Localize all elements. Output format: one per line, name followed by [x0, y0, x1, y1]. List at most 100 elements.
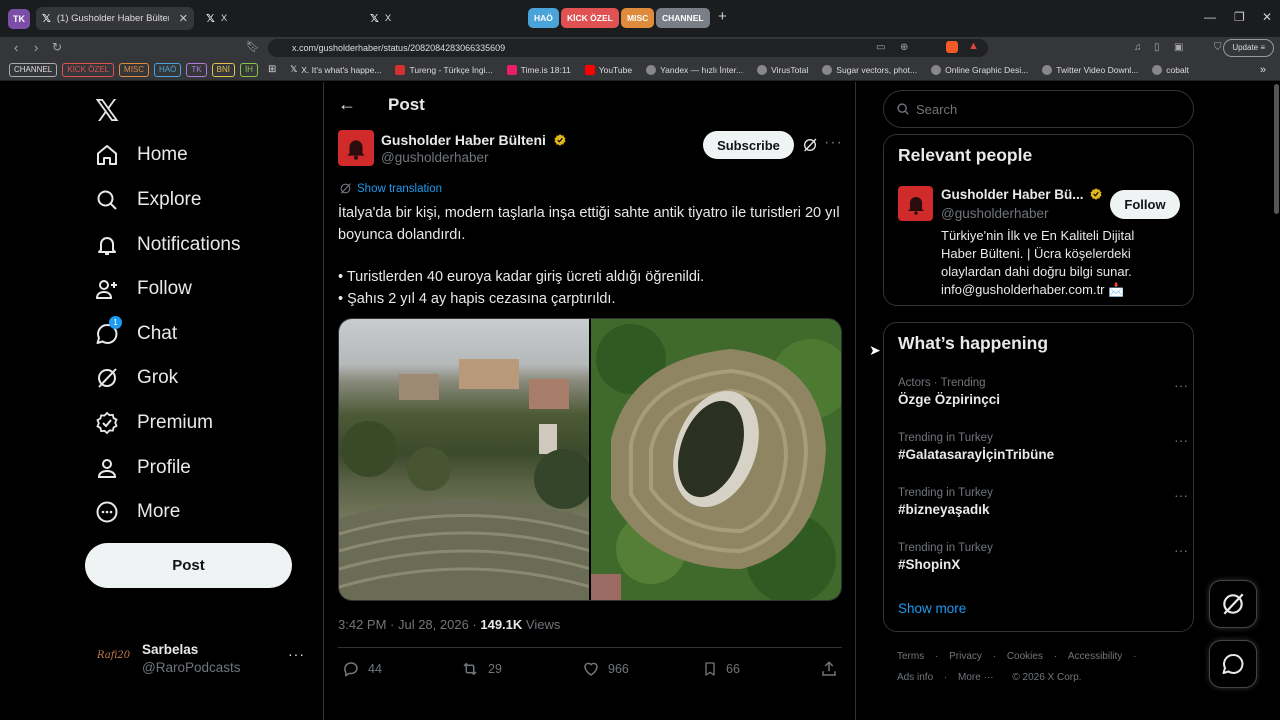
trend-title: #GalatasarayİçinTribüne	[898, 447, 1055, 462]
bookmark-x[interactable]: 𝕏 X. It's what's happe...	[290, 64, 381, 75]
zoom-icon[interactable]: ⊕	[900, 42, 908, 53]
tab-group-channel[interactable]: CHANNEL	[656, 8, 710, 28]
bookmark-online-graphic[interactable]: Online Graphic Desi...	[931, 64, 1028, 75]
footer-accessibility[interactable]: Accessibility	[1068, 651, 1122, 662]
bookmark-virustotal[interactable]: VirusTotal	[757, 64, 808, 75]
author-handle[interactable]: @gusholderhaber	[381, 150, 489, 165]
search-input[interactable]: Search	[883, 90, 1194, 128]
bookmark-button[interactable]: 66	[702, 660, 740, 678]
post-more-icon[interactable]: ···	[824, 134, 843, 152]
tab-group-hao[interactable]: HAÖ	[528, 8, 559, 28]
trend-more-icon[interactable]: ···	[1174, 542, 1188, 558]
show-translation-link[interactable]: Show translation	[339, 182, 442, 195]
account-more-icon[interactable]: ···	[288, 646, 305, 662]
trend-more-icon[interactable]: ···	[1174, 487, 1188, 503]
brave-shield-icon[interactable]	[946, 41, 958, 53]
apps-grid-icon[interactable]: ⊞	[268, 64, 276, 75]
post-button[interactable]: Post	[85, 543, 292, 588]
back-arrow-icon[interactable]: ←	[338, 94, 356, 115]
profile-badge[interactable]: TK	[8, 9, 30, 29]
person-handle[interactable]: @gusholderhaber	[941, 206, 1049, 221]
grok-explain-icon[interactable]	[802, 137, 818, 153]
nav-follow[interactable]: Follow	[95, 269, 192, 309]
update-button[interactable]: Update ≡	[1223, 39, 1274, 57]
footer-more[interactable]: More ···	[958, 672, 994, 683]
reply-button[interactable]: 44	[342, 660, 382, 678]
trend-more-icon[interactable]: ···	[1174, 432, 1188, 448]
sidebar-icon[interactable]: ▯	[1154, 42, 1160, 53]
back-nav-icon[interactable]: ‹	[14, 40, 18, 55]
reload-icon[interactable]: ↻	[52, 40, 62, 54]
repost-button[interactable]: 29	[460, 660, 502, 678]
bookmark-folder-tk[interactable]: TK	[186, 62, 207, 77]
like-button[interactable]: 966	[582, 660, 629, 678]
trend-item[interactable]: Actors · Trending Özge Özpirinçci ···	[898, 377, 1188, 407]
bookmark-folder-channel[interactable]: CHANNEL	[9, 62, 58, 77]
nav-more[interactable]: More	[95, 492, 180, 532]
theatre-photo-image[interactable]	[339, 319, 589, 600]
nav-premium[interactable]: Premium	[95, 403, 213, 443]
trend-item[interactable]: Trending in Turkey #GalatasarayİçinTribü…	[898, 432, 1188, 462]
post-media[interactable]	[338, 318, 842, 601]
bookmark-twitter-video[interactable]: Twitter Video Downl...	[1042, 64, 1138, 75]
wallet-icon[interactable]: ▣	[1174, 42, 1183, 53]
nav-home[interactable]: Home	[95, 135, 188, 175]
bookmark-cobalt[interactable]: cobalt	[1152, 64, 1189, 75]
bookmark-youtube[interactable]: YouTube	[584, 64, 632, 75]
footer-cookies[interactable]: Cookies	[1007, 651, 1043, 662]
nav-explore[interactable]: Explore	[95, 180, 201, 220]
bookmark-timeis[interactable]: Time.is 18:11	[506, 64, 571, 75]
tab-group-kick-ozel[interactable]: KİCK ÖZEL	[561, 8, 619, 28]
window-close-icon[interactable]: ✕	[1262, 10, 1272, 24]
tab-close-icon[interactable]: ✕	[179, 12, 188, 25]
bookmark-tureng[interactable]: Tureng - Türkçe İngi...	[395, 64, 493, 75]
footer-privacy[interactable]: Privacy	[949, 651, 982, 662]
person-name-row[interactable]: Gusholder Haber Bü...	[941, 187, 1103, 202]
follow-button[interactable]: Follow	[1110, 190, 1180, 219]
new-tab-icon[interactable]: +	[718, 8, 727, 25]
bookmark-folder-hao[interactable]: HAÖ	[154, 62, 182, 77]
media-icon[interactable]: ♫	[1134, 42, 1142, 53]
cast-icon[interactable]: ▭	[876, 42, 885, 53]
nav-grok[interactable]: Grok	[95, 358, 178, 398]
nav-profile[interactable]: Profile	[95, 448, 191, 488]
person-avatar[interactable]	[898, 186, 933, 221]
trend-item[interactable]: Trending in Turkey #ShopinX ···	[898, 542, 1188, 572]
rewards-icon[interactable]: ▲	[968, 40, 979, 52]
trend-more-icon[interactable]: ···	[1174, 377, 1188, 393]
bookmark-sugar[interactable]: Sugar vectors, phot...	[822, 64, 917, 75]
more-bookmarks-icon[interactable]: »	[1260, 64, 1266, 76]
browser-tab-active[interactable]: 𝕏 (1) Gusholder Haber Bülteni on X ✕	[36, 7, 194, 30]
maximize-icon[interactable]: ❐	[1234, 10, 1245, 24]
tab-group-misc[interactable]: MISC	[621, 8, 655, 28]
browser-tab[interactable]: 𝕏 X	[364, 7, 524, 30]
show-more-link[interactable]: Show more	[898, 601, 966, 616]
account-switcher[interactable]: Rafi20 Sarbelas @RaroPodcasts ···	[85, 640, 310, 680]
forward-nav-icon[interactable]: ›	[34, 40, 38, 55]
nav-notifications[interactable]: Notifications	[95, 225, 241, 265]
message-bubble-icon	[1222, 653, 1244, 674]
aerial-photo-image[interactable]	[590, 319, 841, 600]
browser-tab[interactable]: 𝕏 X	[200, 7, 360, 30]
bookmark-folder-bni[interactable]: BNİ	[211, 62, 235, 77]
subscribe-button[interactable]: Subscribe	[703, 131, 794, 159]
author-avatar[interactable]	[338, 130, 374, 166]
messages-fab-button[interactable]	[1209, 640, 1257, 688]
footer-terms[interactable]: Terms	[897, 651, 924, 662]
nav-chat[interactable]: 1 Chat	[95, 314, 177, 354]
author-name-row[interactable]: Gusholder Haber Bülteni	[381, 132, 567, 148]
share-button[interactable]	[820, 660, 846, 678]
footer-ads-info[interactable]: Ads info	[897, 672, 933, 683]
bookmark-folder-kick-ozel[interactable]: KİCK ÖZEL	[62, 62, 115, 77]
bookmark-folder-ih[interactable]: İH	[239, 62, 258, 77]
page-scrollbar[interactable]	[1274, 84, 1279, 214]
vpn-icon[interactable]: ⛉	[1214, 42, 1222, 53]
grok-fab-button[interactable]	[1209, 580, 1257, 628]
x-logo-icon[interactable]: 𝕏	[95, 94, 119, 129]
post-timestamp[interactable]: 3:42 PM · Jul 28, 2026 ·	[338, 617, 480, 632]
minimize-icon[interactable]: —	[1204, 10, 1216, 24]
bookmark-folder-misc[interactable]: MISC	[119, 62, 150, 77]
trend-item[interactable]: Trending in Turkey #bizneyaşadık ···	[898, 487, 1188, 517]
bookmark-icon[interactable]: 🔖︎	[246, 40, 260, 53]
bookmark-yandex[interactable]: Yandex — hızlı İnter...	[646, 64, 743, 75]
